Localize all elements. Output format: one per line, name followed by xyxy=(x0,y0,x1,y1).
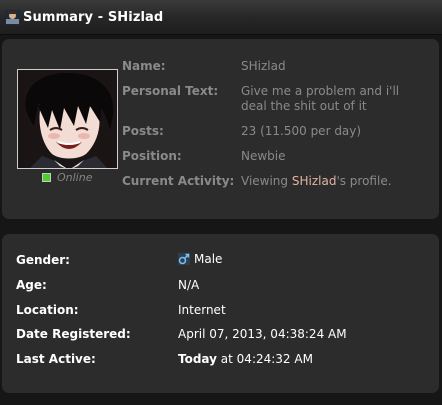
position-label: Position: xyxy=(122,149,182,163)
date-registered-label: Date Registered: xyxy=(16,327,131,341)
activity-user-link[interactable]: SHizlad xyxy=(292,174,337,188)
activity-suffix: 's profile. xyxy=(336,174,392,188)
age-value: N/A xyxy=(178,278,200,292)
last-active-day: Today xyxy=(178,352,217,366)
online-indicator-icon xyxy=(42,173,51,182)
male-gender-icon xyxy=(178,253,190,265)
personal-text-line: Give me a problem and i'll xyxy=(241,84,400,98)
name-value: SHizlad xyxy=(241,59,286,73)
posts-label: Posts: xyxy=(122,124,164,138)
avatar-image xyxy=(18,70,117,168)
last-active-value: Today at 04:24:32 AM xyxy=(178,352,313,366)
name-label: Name: xyxy=(122,59,166,73)
gender-label: Gender: xyxy=(16,253,70,267)
current-activity-label: Current Activity: xyxy=(122,174,235,188)
gender-value: Male xyxy=(178,252,222,266)
age-label: Age: xyxy=(16,278,47,292)
location-label: Location: xyxy=(16,303,79,317)
profile-summary-header: Summary - SHizlad xyxy=(0,0,442,35)
gender-text: Male xyxy=(194,252,223,266)
last-active-label: Last Active: xyxy=(16,352,96,366)
online-status: Online xyxy=(42,171,92,184)
date-registered-value: April 07, 2013, 04:38:24 AM xyxy=(178,327,347,341)
location-value: Internet xyxy=(178,303,226,317)
avatar[interactable] xyxy=(17,69,118,169)
current-activity-value: Viewing SHizlad's profile. xyxy=(241,174,392,189)
activity-prefix: Viewing xyxy=(241,174,292,188)
position-value: Newbie xyxy=(241,149,286,163)
user-profile-icon xyxy=(5,9,20,25)
personal-text-label: Personal Text: xyxy=(122,84,219,98)
page-title: Summary - SHizlad xyxy=(23,9,164,25)
personal-text-value: Give me a problem and i'll deal the shit… xyxy=(241,84,399,114)
personal-text-line: deal the shit out of it xyxy=(241,99,367,113)
posts-value: 23 (11.500 per day) xyxy=(241,124,362,138)
online-status-label: Online xyxy=(57,171,93,184)
last-active-time: at 04:24:32 AM xyxy=(216,352,313,366)
